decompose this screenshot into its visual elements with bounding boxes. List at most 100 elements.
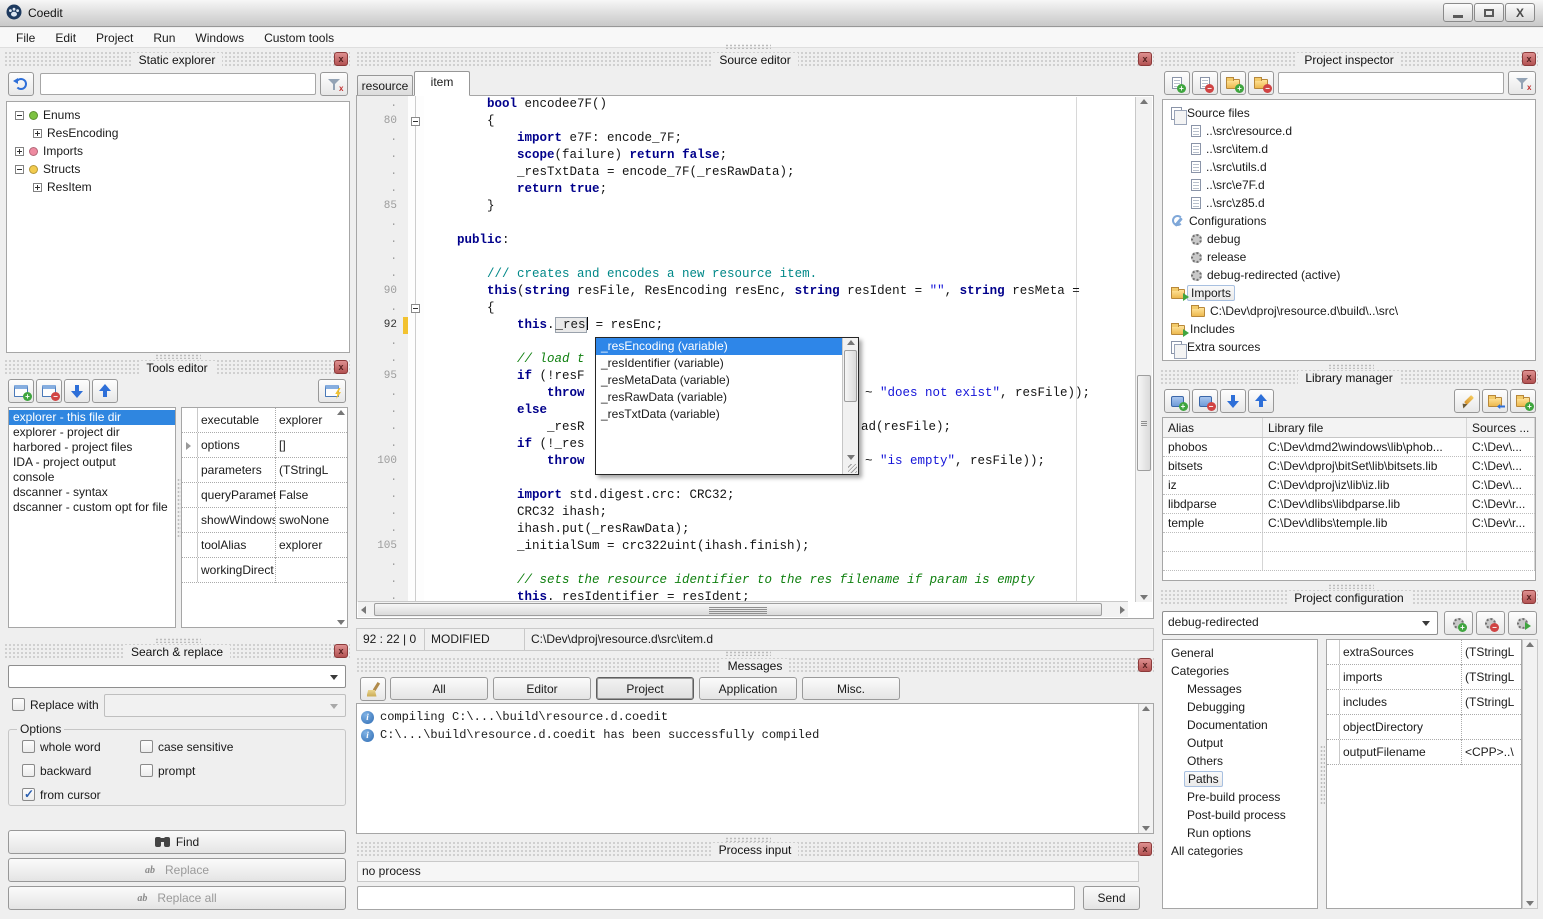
tool-property-row[interactable]: options[] — [182, 433, 347, 458]
tool-property-row[interactable]: queryParametFalse — [182, 483, 347, 508]
send-button[interactable]: Send — [1083, 886, 1140, 910]
tool-item-dscanner-custom-opt-for-file[interactable]: dscanner - custom opt for file — [9, 500, 175, 515]
tree-item-resencoding[interactable]: ResEncoding — [7, 124, 349, 142]
search-term-combobox[interactable] — [8, 665, 346, 688]
property-value[interactable]: (TStringL — [1462, 665, 1521, 690]
tool-property-row[interactable]: executableexplorer — [182, 408, 347, 433]
code-line[interactable]: . ihash.put(_resRawData); — [357, 521, 1128, 538]
messages-tab-misc[interactable]: Misc. — [802, 677, 900, 700]
code-line[interactable]: . _resTxtData = encode_7F(_resRawData); — [357, 164, 1128, 181]
editor-vscroll-thumb[interactable] — [1137, 375, 1151, 471]
inspector-item-src-item-d[interactable]: ..\src\item.d — [1163, 140, 1535, 158]
inspector-item-src-z85-d[interactable]: ..\src\z85.d — [1163, 194, 1535, 212]
replace-all-button[interactable]: Replace all — [8, 886, 346, 910]
code-line[interactable]: . — [357, 249, 1128, 266]
code-line[interactable]: 105 _initialSum = crc322uint(ihash.finis… — [357, 538, 1128, 555]
clear-messages-button[interactable] — [360, 677, 386, 701]
replace-with-checkbox[interactable] — [12, 698, 25, 711]
checkbox-whole-word[interactable] — [22, 740, 35, 753]
property-value[interactable]: (TStringL — [1462, 690, 1521, 715]
move-library-up-button[interactable] — [1248, 389, 1274, 413]
config-category-output[interactable]: Output — [1163, 734, 1317, 752]
expander-minus-icon[interactable] — [15, 111, 24, 120]
expander-plus-icon[interactable] — [33, 129, 42, 138]
inspector-item-src-utils-d[interactable]: ..\src\utils.d — [1163, 158, 1535, 176]
code-line[interactable]: . { — [357, 300, 1128, 317]
tree-item-resitem[interactable]: ResItem — [7, 178, 349, 196]
code-line[interactable]: 90 this(string resFile, ResEncoding resE… — [357, 283, 1128, 300]
completion-scroll-thumb[interactable] — [844, 350, 857, 402]
clone-configuration-button[interactable] — [1508, 611, 1537, 635]
remove-tool-button[interactable] — [36, 379, 62, 403]
inspector-item-debug[interactable]: debug — [1163, 230, 1535, 248]
completion-item-resrawdata-variable[interactable]: _resRawData (variable) — [596, 389, 842, 406]
config-category-others[interactable]: Others — [1163, 752, 1317, 770]
messages-scroll-down-icon[interactable] — [1139, 826, 1153, 831]
column-header-library-file[interactable]: Library file — [1263, 418, 1467, 437]
code-line[interactable]: 85 } — [357, 198, 1128, 215]
move-tool-up-button[interactable] — [92, 379, 118, 403]
code-line[interactable]: . import std.digest.crc: CRC32; — [357, 487, 1128, 504]
static-explorer-clear-filter-button[interactable]: x — [320, 72, 348, 96]
messages-splitter[interactable] — [725, 651, 771, 656]
expander-minus-icon[interactable] — [15, 165, 24, 174]
column-header-sources[interactable]: Sources ... — [1467, 418, 1535, 437]
config-category-paths[interactable]: Paths — [1163, 770, 1317, 788]
checkbox-case-sensitive[interactable] — [140, 740, 153, 753]
code-line[interactable]: . — [357, 215, 1128, 232]
grid-scroll-up-icon[interactable] — [334, 410, 347, 415]
config-property-row[interactable]: includes(TStringL — [1327, 690, 1521, 715]
inspector-item-imports[interactable]: Imports — [1163, 284, 1535, 302]
inspector-item-source-files[interactable]: Source files — [1163, 104, 1535, 122]
column-header-alias[interactable]: Alias — [1163, 418, 1263, 437]
library-manager-close-icon[interactable]: x — [1522, 370, 1536, 384]
editor-vertical-scrollbar[interactable] — [1135, 97, 1152, 602]
inspector-item-src-resource-d[interactable]: ..\src\resource.d — [1163, 122, 1535, 140]
configuration-grid-splitter[interactable] — [1320, 745, 1325, 805]
config-property-row[interactable]: outputFilename<CPP>..\ — [1327, 740, 1521, 765]
titlebar[interactable]: Coedit X — [0, 0, 1543, 27]
completion-scroll-up-icon[interactable] — [843, 340, 858, 345]
scroll-up-icon[interactable] — [1136, 99, 1152, 104]
messages-tab-all[interactable]: All — [390, 677, 488, 700]
code-line[interactable]: . // sets the resource identifier to the… — [357, 572, 1128, 589]
static-explorer-close-icon[interactable]: x — [334, 52, 348, 66]
inspector-item-release[interactable]: release — [1163, 248, 1535, 266]
source-editor-splitter[interactable] — [725, 44, 771, 49]
remove-source-folder-button[interactable] — [1248, 71, 1274, 95]
menu-project[interactable]: Project — [86, 28, 143, 47]
code-line[interactable]: . /// creates and encodes a new resource… — [357, 266, 1128, 283]
process-input-close-icon[interactable]: x — [1138, 842, 1152, 856]
scroll-left-icon[interactable] — [361, 602, 366, 617]
tab-item[interactable]: item — [414, 71, 470, 96]
config-category-categories[interactable]: Categories — [1163, 662, 1317, 680]
completion-scrollbar[interactable] — [842, 338, 858, 474]
configuration-selector[interactable]: debug-redirected — [1162, 611, 1438, 635]
add-library-folder-button[interactable] — [1510, 389, 1536, 413]
tool-item-harbored-project-files[interactable]: harbored - project files — [9, 440, 175, 455]
inspector-clear-filter-button[interactable]: x — [1508, 71, 1536, 95]
execute-tool-button[interactable] — [318, 379, 346, 403]
add-configuration-button[interactable] — [1444, 611, 1473, 635]
tool-item-dscanner-syntax[interactable]: dscanner - syntax — [9, 485, 175, 500]
code-line[interactable]: . bool encodee7F() — [357, 96, 1128, 113]
remove-source-button[interactable] — [1192, 71, 1218, 95]
messages-tab-project[interactable]: Project — [596, 677, 694, 700]
grid-scroll-down-icon[interactable] — [334, 620, 347, 625]
tool-item-ida-project-output[interactable]: IDA - project output — [9, 455, 175, 470]
code-line[interactable]: 92 this._res = resEnc; — [357, 317, 1128, 334]
tree-item-imports[interactable]: Imports — [7, 142, 349, 160]
editor-hscroll-thumb[interactable] — [374, 603, 1102, 616]
editor-horizontal-scrollbar[interactable] — [358, 601, 1128, 617]
add-source-button[interactable] — [1164, 71, 1190, 95]
library-from-folder-button[interactable] — [1482, 389, 1508, 413]
tool-item-explorer-project-dir[interactable]: explorer - project dir — [9, 425, 175, 440]
code-line[interactable]: . scope(failure) return false; — [357, 147, 1128, 164]
config-category-messages[interactable]: Messages — [1163, 680, 1317, 698]
inspector-item-c-dev-dproj-resource-d-build-src[interactable]: C:\Dev\dproj\resource.d\build\..\src\ — [1163, 302, 1535, 320]
remove-configuration-button[interactable] — [1476, 611, 1505, 635]
move-library-down-button[interactable] — [1220, 389, 1246, 413]
checkbox-prompt[interactable] — [140, 764, 153, 777]
tool-property-row[interactable]: showWindowsswoNone — [182, 508, 347, 533]
tools-grid-scrollbar[interactable] — [334, 408, 347, 627]
